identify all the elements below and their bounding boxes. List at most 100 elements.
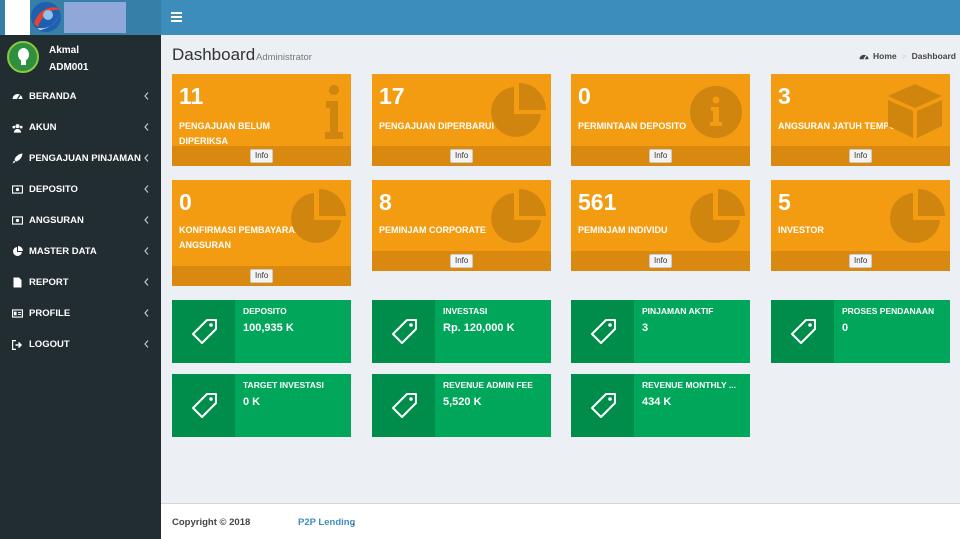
user-name: Akmal [49,45,80,56]
chevron-left-icon [144,154,149,162]
stat-value: 0 [842,322,849,334]
info-button[interactable]: Info [250,149,274,163]
tile-pengajuan-diperbarui: 17 PENGAJUAN DIPERBARUI Info [372,74,551,166]
tile-value: 17 [379,83,405,109]
tag-icon [590,318,616,344]
stat-box-target-investasi: TARGET INVESTASI 0 K [172,374,351,437]
stat-box-pinjaman-aktif: PINJAMAN AKTIF 3 [571,300,750,363]
sidebar-item-logout[interactable]: LOGOUT [0,329,161,360]
sidebar: Akmal ADM001 BERANDA AKUN PENGAJUAN PINJ… [0,35,161,539]
info-button[interactable]: Info [649,149,673,163]
tag-icon [790,318,816,344]
info-button[interactable]: Info [849,254,873,268]
pie-chart-icon [291,189,346,243]
info-button[interactable]: Info [250,269,274,283]
sidebar-item-pengajuan-pinjaman[interactable]: PENGAJUAN PINJAMAN [0,143,161,174]
sidebar-item-master-data[interactable]: MASTER DATA [0,236,161,267]
tile-value: 5 [778,189,791,215]
top-navbar [0,0,960,35]
tag-icon [590,392,616,418]
tile-value: 0 [179,189,192,215]
stat-box-investasi: INVESTASI Rp. 120,000 K [372,300,551,363]
chevron-left-icon [144,123,149,131]
stat-label: DEPOSITO [243,306,287,316]
user-panel: Akmal ADM001 [0,35,161,81]
chevron-left-icon [144,185,149,193]
sidebar-item-profile[interactable]: PROFILE [0,298,161,329]
info-letter-icon [325,85,343,139]
tile-pengajuan-belum-diperiksa: 11 PENGAJUAN BELUM DIPERIKSA Info [172,74,351,166]
sidebar-item-deposito[interactable]: DEPOSITO [0,174,161,205]
brand-link[interactable]: P2P Lending [298,517,355,528]
breadcrumb: Home > Dashboard [859,51,956,61]
page-subtitle: Administrator [256,52,312,63]
stat-label: TARGET INVESTASI [243,380,324,390]
stat-box-revenue-monthly: REVENUE MONTHLY ... 434 K [571,374,750,437]
users-icon [12,122,23,133]
chevron-left-icon [144,309,149,317]
stat-box-deposito: DEPOSITO 100,935 K [172,300,351,363]
user-id: ADM001 [49,62,89,73]
dashboard-icon [12,91,23,102]
breadcrumb-home-link[interactable]: Home [873,51,897,61]
stat-value: 5,520 K [443,396,482,408]
stat-value: 0 K [243,396,261,408]
sign-out-icon [12,339,23,350]
chevron-left-icon [144,278,149,286]
info-button[interactable]: Info [649,254,673,268]
stat-value: 434 K [642,396,672,408]
file-icon [12,277,23,288]
stat-box-proses-pendanaan: PROSES PENDANAAN 0 [771,300,950,363]
sidebar-toggle-icon[interactable] [171,12,182,22]
breadcrumb-current: Dashboard [911,51,956,61]
stat-box-revenue-admin-fee: REVENUE ADMIN FEE 5,520 K [372,374,551,437]
tile-permintaan-deposito: 0 PERMINTAAN DEPOSITO Info [571,74,750,166]
stat-label: REVENUE ADMIN FEE [443,380,533,390]
tag-icon [391,318,417,344]
chevron-left-icon [144,247,149,255]
stat-value: Rp. 120,000 K [443,322,515,334]
tile-value: 11 [179,83,204,109]
tag-icon [191,392,217,418]
stat-label: PINJAMAN AKTIF [642,306,714,316]
stat-label: REVENUE MONTHLY ... [642,380,736,390]
tile-konfirmasi-pembayaran-angsuran: 0 KONFIRMASI PEMBAYARAN ANGSURAN Info [172,180,351,286]
sidebar-menu: BERANDA AKUN PENGAJUAN PINJAMAN DEPOSITO [0,81,161,360]
money-icon [12,184,23,195]
tile-peminjam-corporate: 8 PEMINJAM CORPORATE Info [372,180,551,271]
tile-label: PENGAJUAN BELUM DIPERIKSA [179,121,271,146]
rocket-icon [12,153,23,164]
pie-chart-icon [491,189,546,243]
sidebar-item-angsuran[interactable]: ANGSURAN [0,205,161,236]
avatar [7,41,39,73]
tile-value: 0 [578,83,591,109]
tile-peminjam-individu: 561 PEMINJAM INDIVIDU Info [571,180,750,271]
tile-investor: 5 INVESTOR Info [771,180,950,271]
chevron-left-icon [144,340,149,348]
info-button[interactable]: Info [849,149,873,163]
sidebar-item-report[interactable]: REPORT [0,267,161,298]
chevron-left-icon [144,216,149,224]
footer: Copyright © 2018 P2P Lending . [161,503,960,539]
chevron-left-icon [144,92,149,100]
tag-icon [191,318,217,344]
cube-icon [888,84,942,138]
stat-label: INVESTASI [443,306,488,316]
sidebar-item-akun[interactable]: AKUN [0,112,161,143]
id-card-icon [12,308,23,319]
tag-icon [391,392,417,418]
stat-value: 3 [642,322,649,334]
brand-logo-icon [31,2,61,32]
page-title: Dashboard [172,45,256,64]
dashboard-icon [859,54,869,59]
pie-chart-icon [12,246,23,257]
tile-value: 8 [379,189,392,215]
logo-text-panel [64,2,126,33]
logo-area[interactable] [0,0,161,35]
info-button[interactable]: Info [450,149,474,163]
money-icon [12,215,23,226]
logo-left-block [5,0,30,35]
copyright-text: Copyright © 2018 [172,517,251,528]
sidebar-item-beranda[interactable]: BERANDA [0,81,161,112]
info-button[interactable]: Info [450,254,474,268]
